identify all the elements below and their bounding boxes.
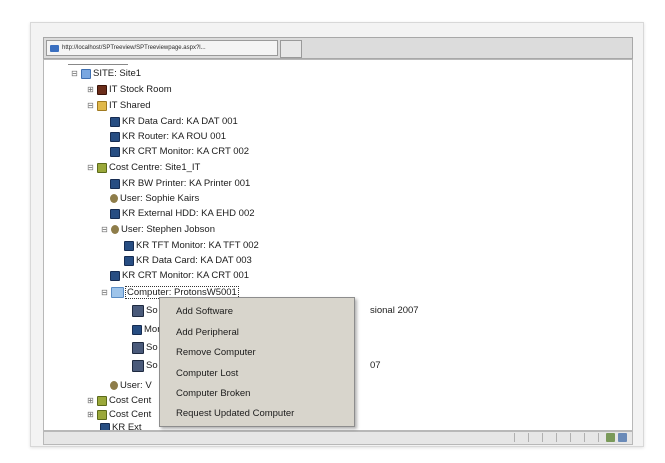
tree-row-cost-centre[interactable]: ⊞ Cost Cent — [86, 393, 151, 408]
tree-label: KR CRT Monitor: KA CRT 002 — [122, 146, 250, 157]
tree-label: KR BW Printer: KA Printer 001 — [122, 178, 251, 189]
device-icon — [110, 208, 120, 219]
expand-toggle-icon[interactable]: ⊞ — [86, 410, 95, 419]
tree-label: Cost Cent — [109, 409, 152, 420]
tree-row-item[interactable]: KR External HDD: KA EHD 002 — [110, 206, 255, 221]
status-cell — [556, 433, 567, 442]
floppy-disk-icon — [132, 304, 144, 317]
browser-tab[interactable]: http://localhost/SPTreeview/SPTreeviewpa… — [46, 40, 278, 56]
tree-label: So — [146, 342, 158, 353]
collapse-toggle-icon[interactable]: ⊟ — [86, 163, 95, 172]
tree-row-software[interactable]: So — [132, 303, 158, 318]
tree-label: IT Stock Room — [109, 84, 172, 95]
tree-label-tail: sional 2007 — [370, 305, 419, 316]
browser-tab-title: http://localhost/SPTreeview/SPTreeviewpa… — [62, 45, 206, 51]
status-cell — [514, 433, 525, 442]
tree-label-tail: 07 — [370, 360, 381, 371]
tree-label: User: V — [120, 380, 152, 391]
collapse-toggle-icon[interactable]: ⊟ — [100, 288, 109, 297]
tree-label: User: Sophie Kairs — [120, 193, 200, 204]
tree-label: User: Stephen Jobson — [121, 224, 216, 235]
tree-label: KR TFT Monitor: KA TFT 002 — [136, 240, 259, 251]
device-icon — [132, 324, 142, 335]
security-zone-icon — [606, 433, 615, 442]
status-cell — [570, 433, 581, 442]
tree-row-software[interactable]: So — [132, 358, 158, 373]
user-icon — [111, 225, 119, 234]
cost-centre-icon — [97, 409, 107, 420]
tree-row-tail-text: 07 — [370, 358, 381, 373]
tree-row-item[interactable]: KR Data Card: KA DAT 001 — [110, 114, 238, 129]
device-icon — [110, 178, 120, 189]
cost-centre-icon — [97, 395, 107, 406]
tree-row-item[interactable]: KR CRT Monitor: KA CRT 001 — [110, 268, 249, 283]
collapse-toggle-icon[interactable]: ⊟ — [70, 69, 79, 78]
collapse-toggle-icon[interactable]: ⊟ — [86, 101, 95, 110]
tree-row-user[interactable]: User: Sophie Kairs — [110, 191, 199, 206]
context-menu: Add Software Add Peripheral Remove Compu… — [159, 297, 355, 427]
tree-row-cost-centre[interactable]: ⊟ Cost Centre: Site1_IT — [86, 160, 200, 175]
tree-row-item[interactable]: KR BW Printer: KA Printer 001 — [110, 176, 250, 191]
device-icon — [100, 422, 110, 430]
site-icon — [81, 68, 91, 79]
tree-label: So — [146, 360, 158, 371]
expand-toggle-icon[interactable]: ⊞ — [86, 85, 95, 94]
status-cell — [542, 433, 553, 442]
tree-row-stock-room[interactable]: ⊞ IT Stock Room — [86, 82, 172, 97]
context-menu-item-add-software[interactable]: Add Software — [176, 306, 233, 317]
context-menu-item-computer-broken[interactable]: Computer Broken — [176, 388, 250, 399]
device-icon — [110, 116, 120, 127]
status-cell — [528, 433, 539, 442]
user-icon — [110, 194, 118, 203]
tree-label: KR CRT Monitor: KA CRT 001 — [122, 270, 250, 281]
context-menu-item-computer-lost[interactable]: Computer Lost — [176, 368, 238, 379]
floppy-disk-icon — [132, 359, 144, 372]
tree-label: KR External HDD: KA EHD 002 — [122, 208, 255, 219]
page-icon — [50, 44, 59, 52]
computer-icon — [111, 287, 124, 298]
context-menu-item-remove-computer[interactable]: Remove Computer — [176, 347, 256, 358]
tree-row-it-shared[interactable]: ⊟ IT Shared — [86, 98, 151, 113]
tree-label: SITE: Site1 — [93, 68, 142, 79]
tree-label: So — [146, 305, 158, 316]
room-icon — [97, 84, 107, 95]
tree-row-tail-text: sional 2007 — [370, 303, 419, 318]
tree-row-item[interactable]: Mon — [132, 322, 162, 337]
tree-row-user[interactable]: ⊟ User: Stephen Jobson — [100, 222, 215, 237]
tree-label: IT Shared — [109, 100, 151, 111]
floppy-disk-icon — [132, 341, 144, 354]
device-icon — [110, 146, 120, 157]
browser-tab-strip: http://localhost/SPTreeview/SPTreeviewpa… — [43, 37, 633, 59]
cost-centre-icon — [97, 162, 107, 173]
new-tab-button[interactable] — [280, 40, 302, 58]
tree-row-item[interactable]: KR Router: KA ROU 001 — [110, 129, 226, 144]
tree-label: KR Router: KA ROU 001 — [122, 131, 227, 142]
device-icon — [110, 131, 120, 142]
user-icon — [110, 381, 118, 390]
tree-row-item[interactable]: KR CRT Monitor: KA CRT 002 — [110, 144, 249, 159]
status-cell — [584, 433, 595, 442]
tree-row-site[interactable]: ⊟ SITE: Site1 — [70, 66, 141, 81]
context-menu-item-add-peripheral[interactable]: Add Peripheral — [176, 327, 239, 338]
status-bar — [43, 431, 633, 445]
tree-label: Cost Centre: Site1_IT — [109, 162, 201, 173]
folder-icon — [97, 100, 107, 111]
device-icon — [110, 270, 120, 281]
tree-label: KR Ext — [112, 422, 142, 431]
tree-label: KR Data Card: KA DAT 001 — [122, 116, 238, 127]
zoom-icon[interactable] — [618, 433, 627, 442]
tree-row-item[interactable]: KR Ext — [100, 420, 142, 431]
tree-row-software[interactable]: So — [132, 340, 158, 355]
device-icon — [124, 240, 134, 251]
collapse-toggle-icon[interactable]: ⊟ — [100, 225, 109, 234]
expand-toggle-icon[interactable]: ⊞ — [86, 396, 95, 405]
device-icon — [124, 255, 134, 266]
tree-row-item[interactable]: KR TFT Monitor: KA TFT 002 — [124, 238, 259, 253]
tree-row-item[interactable]: KR Data Card: KA DAT 003 — [124, 253, 252, 268]
tree-label: Cost Cent — [109, 395, 152, 406]
context-menu-item-request-updated-computer[interactable]: Request Updated Computer — [176, 408, 294, 419]
tree-row-user[interactable]: User: V — [110, 378, 152, 393]
tree-label: KR Data Card: KA DAT 003 — [136, 255, 252, 266]
